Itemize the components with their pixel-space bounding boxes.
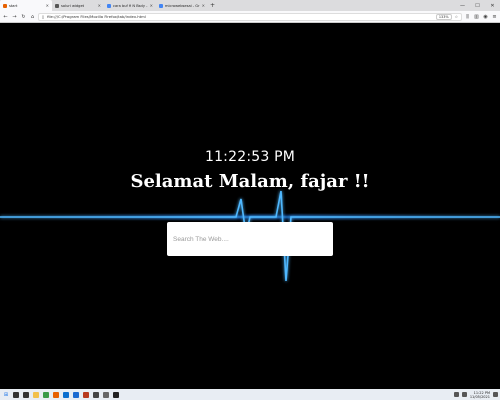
maximize-button[interactable]: ☐ xyxy=(470,0,485,11)
tray-date: 11/05/2021 xyxy=(469,394,490,399)
volume-icon[interactable] xyxy=(461,392,467,397)
photos-icon[interactable] xyxy=(82,391,90,399)
tab-google-search-2[interactable]: microwebsesai - Gr - Google Sea... ✕ xyxy=(156,0,208,11)
windows-start-icon[interactable]: ⊞ xyxy=(2,391,10,399)
address-bar[interactable]: ▯ file:///C:/Program Files/Mozilla Firef… xyxy=(38,12,462,21)
network-icon[interactable] xyxy=(453,392,459,397)
tab-label: soluri widget xyxy=(61,3,85,8)
media-icon[interactable] xyxy=(92,391,100,399)
new-tab-page: 11:22:53 PM Selamat Malam, fajar !! xyxy=(0,23,500,389)
sidebar-icon[interactable]: ▥ xyxy=(473,13,480,21)
close-tab-icon[interactable]: ✕ xyxy=(46,3,49,8)
windows-taskbar: ⊞ 11:22 PM 11/05/2021 xyxy=(0,389,500,400)
settings-icon[interactable] xyxy=(102,391,110,399)
account-icon[interactable]: ◉ xyxy=(482,13,489,21)
new-tab-button[interactable]: + xyxy=(208,0,217,11)
google-favicon-icon xyxy=(159,3,163,8)
browser-tab-strip: start ✕ soluri widget ✕ cara buf fi N Bs… xyxy=(0,0,500,11)
search-icon[interactable] xyxy=(12,391,20,399)
store-icon[interactable] xyxy=(62,391,70,399)
search-input[interactable] xyxy=(167,222,333,256)
heartbeat-pulse-graphic xyxy=(0,190,500,282)
minimize-button[interactable]: — xyxy=(455,0,470,11)
window-controls: — ☐ ✕ xyxy=(455,0,500,11)
google-favicon-icon xyxy=(107,3,111,8)
firefox-icon[interactable] xyxy=(52,391,60,399)
tray-clock[interactable]: 11:22 PM 11/05/2021 xyxy=(470,391,490,399)
notifications-icon[interactable] xyxy=(493,392,498,397)
close-window-button[interactable]: ✕ xyxy=(485,0,500,11)
zoom-level-badge[interactable]: 133% xyxy=(435,13,452,20)
tab-label: cara buf fi N Bsdy - Google Sea... xyxy=(113,3,148,8)
tab-label: start xyxy=(9,3,18,8)
tab-label: microwebsesai - Gr - Google Sea... xyxy=(165,3,200,8)
close-tab-icon[interactable]: ✕ xyxy=(202,3,205,8)
chrome-icon[interactable] xyxy=(42,391,50,399)
tab-google-search-1[interactable]: cara buf fi N Bsdy - Google Sea... ✕ xyxy=(104,0,156,11)
url-text[interactable]: file:///C:/Program Files/Mozilla Firefox… xyxy=(47,14,433,19)
task-view-icon[interactable] xyxy=(22,391,30,399)
mail-icon[interactable] xyxy=(72,391,80,399)
navigation-toolbar: ← → ↻ ⌂ ▯ file:///C:/Program Files/Mozil… xyxy=(0,11,500,23)
home-button[interactable]: ⌂ xyxy=(29,13,36,21)
library-icon[interactable]: ⫼ xyxy=(464,13,471,21)
menu-icon[interactable]: ≡ xyxy=(491,13,498,21)
page-favicon-icon xyxy=(55,3,59,8)
firefox-favicon-icon xyxy=(3,3,7,8)
file-page-icon: ▯ xyxy=(42,14,45,19)
close-tab-icon[interactable]: ✕ xyxy=(150,3,153,8)
system-tray: 11:22 PM 11/05/2021 xyxy=(453,391,498,399)
terminal-icon[interactable] xyxy=(112,391,120,399)
greeting-message: Selamat Malam, fajar !! xyxy=(130,171,370,192)
clock-time: 11:22:53 PM xyxy=(204,149,296,165)
bookmark-star-icon[interactable]: ☆ xyxy=(455,14,458,19)
folder-icon[interactable] xyxy=(32,391,40,399)
forward-button[interactable]: → xyxy=(11,13,18,21)
reload-button[interactable]: ↻ xyxy=(20,13,27,21)
back-button[interactable]: ← xyxy=(2,13,9,21)
close-tab-icon[interactable]: ✕ xyxy=(98,3,101,8)
tab-soluri-widget[interactable]: soluri widget ✕ xyxy=(52,0,104,11)
tab-start[interactable]: start ✕ xyxy=(0,0,52,11)
